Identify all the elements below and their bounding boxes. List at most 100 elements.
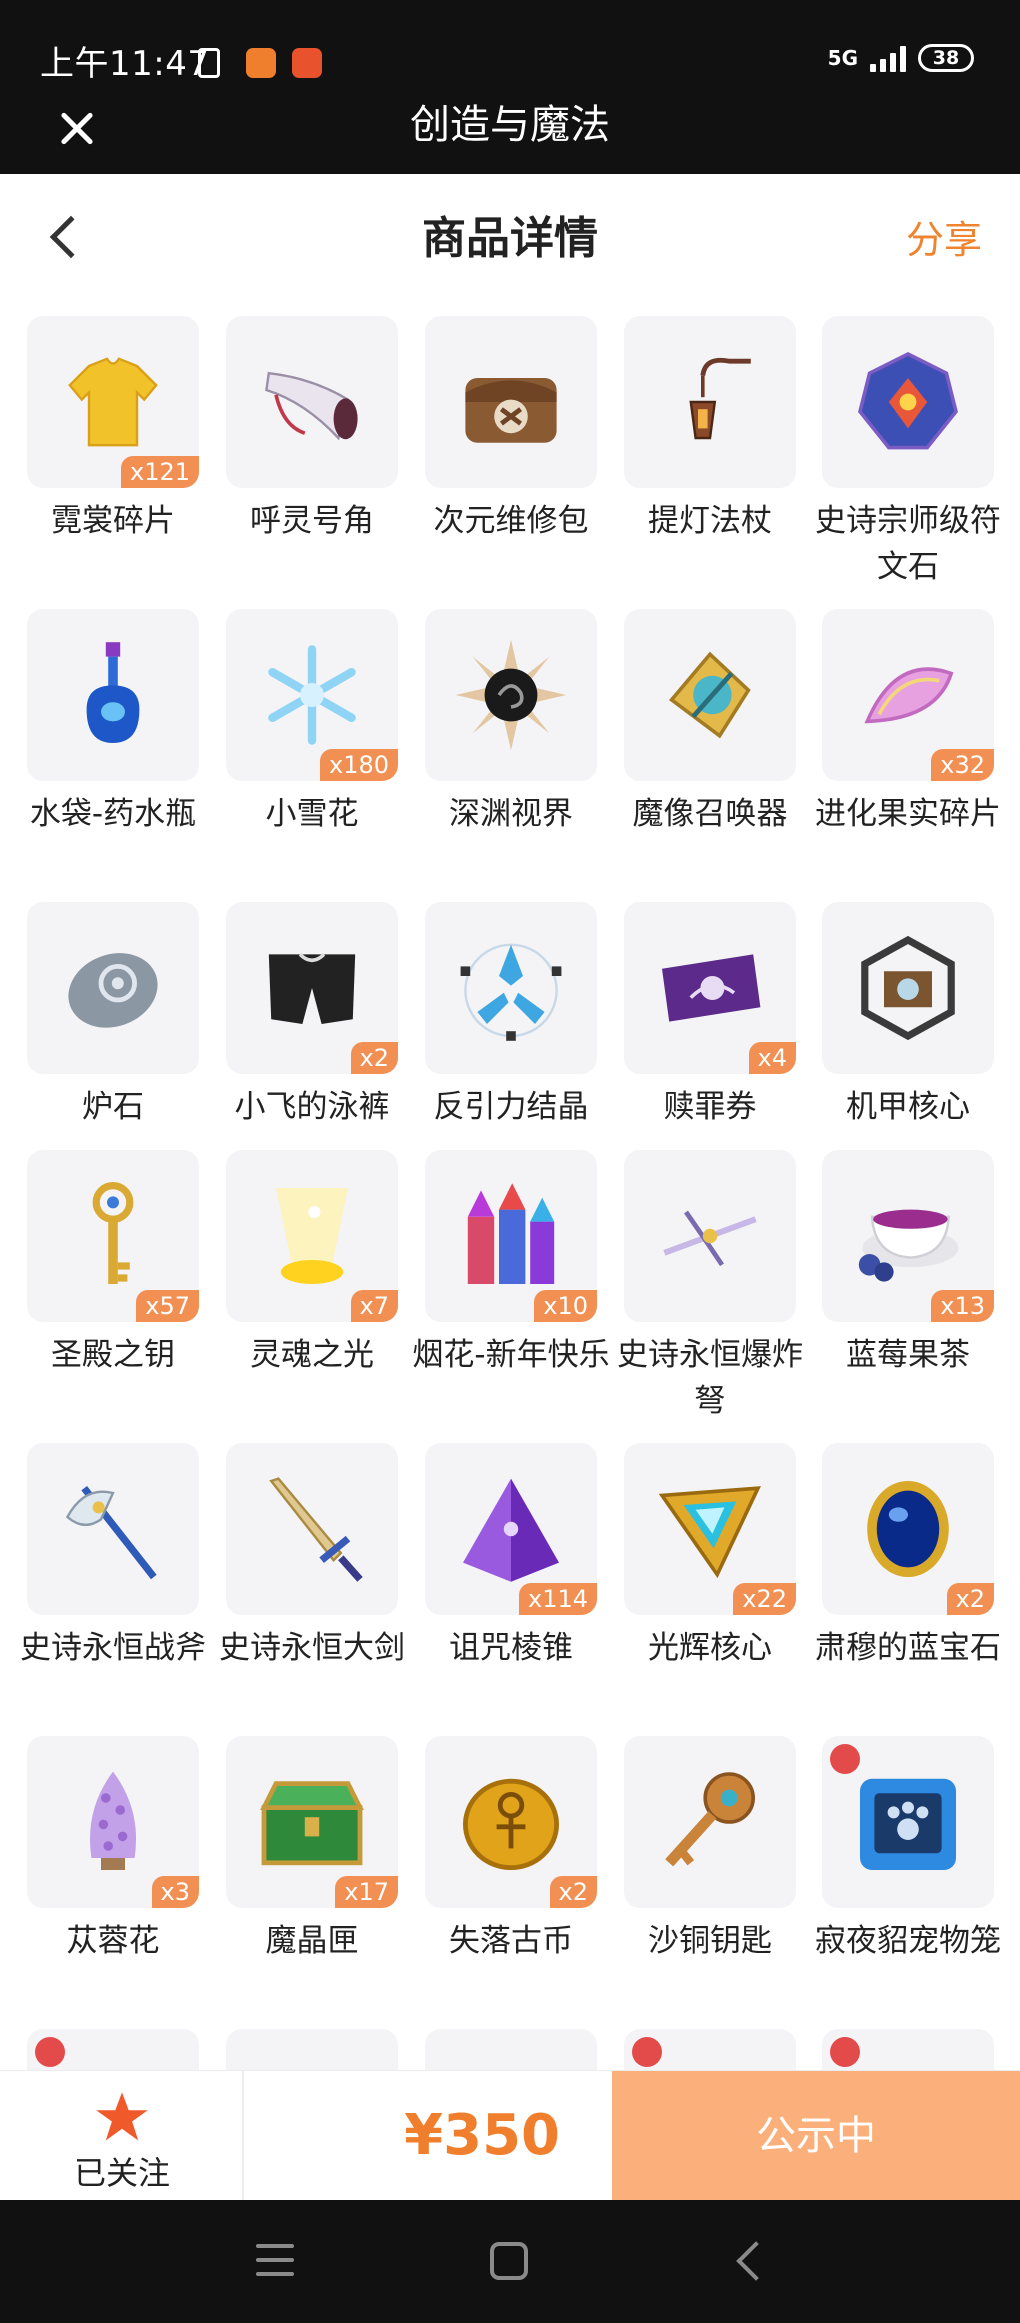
item-name: 反引力结晶 bbox=[433, 1089, 589, 1125]
item-tile bbox=[624, 1736, 796, 1908]
page-header: 商品详情 分享 bbox=[0, 174, 1020, 304]
bottom-action-bar: 已关注 ¥350 公示中 bbox=[0, 2070, 1020, 2201]
item-count-badge: x10 bbox=[534, 1290, 597, 1322]
key-icon bbox=[92, 1182, 134, 1284]
item-name: 水袋-药水瓶 bbox=[29, 796, 197, 832]
pet-tag-icon bbox=[830, 1744, 860, 1774]
abyss-sun-icon bbox=[455, 639, 567, 751]
item-name: 沙铜钥匙 bbox=[648, 1923, 772, 1959]
item-name: 蓝莓果茶 bbox=[846, 1337, 970, 1373]
sapphire-icon bbox=[867, 1481, 949, 1577]
item-tile: x2 bbox=[226, 902, 398, 1074]
item-tile: x22 bbox=[624, 1443, 796, 1615]
item-tile: x3 bbox=[27, 1736, 199, 1908]
follow-button[interactable]: 已关注 bbox=[0, 2071, 244, 2201]
back-icon[interactable] bbox=[736, 2241, 776, 2281]
battle-axe-icon bbox=[65, 1485, 157, 1580]
pet-cage-icon bbox=[860, 1778, 956, 1870]
share-button[interactable]: 分享 bbox=[906, 220, 982, 260]
item-name: 深渊视界 bbox=[449, 796, 573, 832]
item-name: 霓裳碎片 bbox=[51, 503, 175, 539]
item-grid: x121 霓裳碎片 呼灵号角 次元维修包 提灯法杖 史诗宗师级符文石 水袋-药水… bbox=[0, 304, 1020, 2070]
greatsword-icon bbox=[269, 1477, 363, 1582]
item-name: 苁蓉花 bbox=[66, 1923, 160, 1959]
status-button[interactable]: 公示中 bbox=[612, 2071, 1020, 2201]
home-icon[interactable] bbox=[490, 2242, 528, 2280]
item-tile bbox=[425, 902, 597, 1074]
signal-icon bbox=[870, 44, 906, 72]
item-tile bbox=[624, 609, 796, 781]
taobao-app-icon bbox=[246, 48, 276, 78]
item-name: 寂夜貂宠物笼 bbox=[815, 1923, 1001, 1959]
price: ¥350 bbox=[404, 2103, 560, 2168]
item-count-badge: x2 bbox=[946, 1583, 994, 1615]
item-tile bbox=[27, 609, 199, 781]
tea-cup-icon bbox=[858, 1209, 959, 1282]
item-count-badge: x121 bbox=[120, 456, 199, 488]
item-name: 光辉核心 bbox=[648, 1630, 772, 1666]
pyramid-icon bbox=[463, 1478, 559, 1582]
item-tile bbox=[27, 1443, 199, 1615]
radiant-core-icon bbox=[658, 1486, 761, 1579]
ancient-coin-icon bbox=[463, 1778, 559, 1870]
item-count-badge: x32 bbox=[931, 749, 994, 781]
fruit-slice-icon bbox=[864, 667, 954, 724]
swim-trunks-icon bbox=[268, 953, 356, 1024]
shirt-icon bbox=[68, 357, 158, 447]
item-icon bbox=[53, 2055, 173, 2070]
vibrate-icon bbox=[198, 48, 220, 78]
item-name: 诅咒棱锥 bbox=[449, 1630, 573, 1666]
hearthstone-icon bbox=[68, 953, 158, 1028]
item-name: 机甲核心 bbox=[846, 1089, 970, 1125]
item-count-badge: x2 bbox=[350, 1042, 398, 1074]
item-tile bbox=[624, 1150, 796, 1322]
item-name: 呼灵号角 bbox=[250, 503, 374, 539]
item-count-badge: x4 bbox=[748, 1042, 796, 1074]
mech-core-icon bbox=[861, 935, 955, 1041]
item-name: 炉石 bbox=[82, 1089, 144, 1125]
item-tile: x114 bbox=[425, 1443, 597, 1615]
item-count-badge: x22 bbox=[733, 1583, 796, 1615]
snowflake-icon bbox=[268, 645, 356, 745]
firework-icon bbox=[467, 1183, 555, 1284]
item-tile bbox=[624, 316, 796, 488]
repair-bag-icon bbox=[465, 378, 557, 443]
item-icon bbox=[848, 2055, 968, 2070]
horn-icon bbox=[265, 371, 358, 441]
item-tile: x2 bbox=[425, 1736, 597, 1908]
item-name: 史诗永恒爆炸弩 bbox=[617, 1337, 803, 1419]
item-count-badge: x3 bbox=[151, 1876, 199, 1908]
item-tile: x57 bbox=[27, 1150, 199, 1322]
item-tile bbox=[425, 609, 597, 781]
item-icon bbox=[650, 2055, 770, 2070]
status-bar: 上午11:47 5G 38 bbox=[0, 0, 1020, 100]
menu-icon[interactable] bbox=[256, 2244, 294, 2278]
item-name: 小飞的泳裤 bbox=[234, 1089, 390, 1125]
item-name: 魔像召唤器 bbox=[632, 796, 788, 832]
item-name: 圣殿之钥 bbox=[51, 1337, 175, 1373]
item-name: 赎罪券 bbox=[663, 1089, 757, 1125]
item-name: 肃穆的蓝宝石 bbox=[815, 1630, 1001, 1666]
bronze-key-icon bbox=[665, 1772, 755, 1867]
status-time: 上午11:47 bbox=[40, 44, 210, 84]
item-tile bbox=[226, 1443, 398, 1615]
item-tile: x10 bbox=[425, 1150, 597, 1322]
item-name: 失落古币 bbox=[449, 1923, 573, 1959]
item-count-badge: x57 bbox=[136, 1290, 199, 1322]
item-tile: x17 bbox=[226, 1736, 398, 1908]
battery-indicator: 38 bbox=[918, 44, 974, 72]
app-bar: 创造与魔法 bbox=[0, 100, 1020, 174]
item-tile: x13 bbox=[822, 1150, 994, 1322]
item-name: 史诗宗师级符文石 bbox=[815, 503, 1001, 585]
item-icon bbox=[301, 2069, 302, 2070]
item-icon bbox=[451, 2055, 571, 2070]
item-tile bbox=[822, 316, 994, 488]
item-tile bbox=[425, 316, 597, 488]
antigravity-crystal-icon bbox=[460, 943, 562, 1041]
item-count-badge: x7 bbox=[350, 1290, 398, 1322]
network-type: 5G bbox=[827, 46, 858, 70]
game-app-icon bbox=[292, 48, 322, 78]
item-tile bbox=[27, 902, 199, 1074]
app-title: 创造与魔法 bbox=[410, 102, 610, 148]
item-count-badge: x180 bbox=[319, 749, 398, 781]
